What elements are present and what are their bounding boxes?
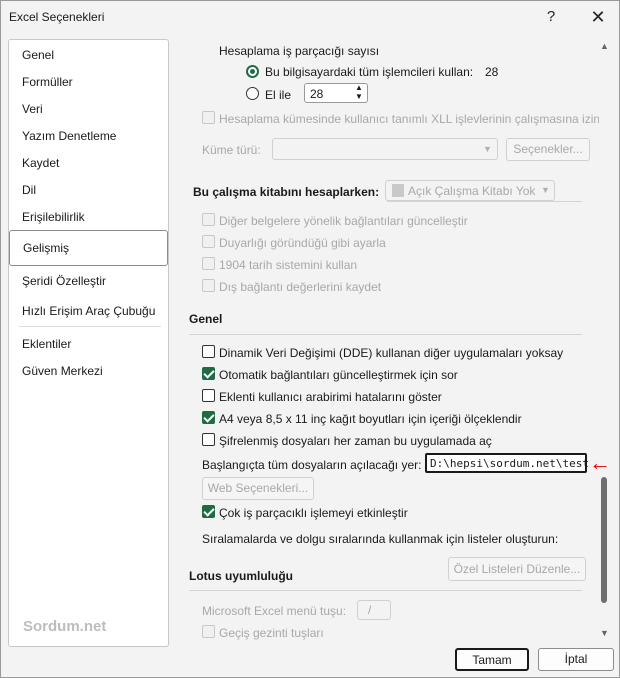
cancel-button[interactable]: İptal [538, 648, 614, 671]
sidebar-item-eklentiler[interactable]: Eklentiler [22, 337, 71, 351]
scrollbar[interactable]: ▲ ▼ [599, 39, 611, 645]
sidebar-item-kaydet[interactable]: Kaydet [22, 156, 59, 170]
cluster-checkbox[interactable] [202, 111, 215, 124]
all-processors-label: Bu bilgisayardaki tüm işlemcileri kullan… [265, 65, 474, 79]
precision-checkbox[interactable] [202, 235, 215, 248]
multithread-label: Çok iş parçacıklı işlemeyi etkinleştir [219, 506, 408, 520]
scrollbar-thumb[interactable] [601, 477, 607, 603]
all-processors-value: 28 [485, 65, 499, 79]
scale-paper-label: A4 veya 8,5 x 11 inç kağıt boyutları içi… [219, 412, 522, 426]
manual-label: El ile [265, 88, 292, 102]
sidebar-item-seridi-ozellestir[interactable]: Şeridi Özelleştir [22, 274, 106, 288]
divider [387, 201, 582, 202]
annotation-arrow-icon: ← [589, 450, 611, 475]
help-button[interactable]: ? [538, 5, 564, 29]
sidebar-item-erisilebilirlik[interactable]: Erişilebilirlik [22, 210, 85, 224]
manual-threads-spinner[interactable]: 28 ▲ ▼ [304, 83, 368, 103]
workbook-section-title: Bu çalışma kitabını hesaplarken: [193, 185, 380, 199]
custom-lists-button[interactable]: Özel Listeleri Düzenle... [448, 557, 586, 581]
watermark: Sordum.net [23, 618, 107, 635]
save-external-checkbox[interactable] [202, 279, 215, 292]
divider [189, 590, 582, 591]
spin-down-icon[interactable]: ▼ [355, 92, 363, 101]
threads-label: Hesaplama iş parçacığı sayısı [219, 44, 380, 58]
workbook-value: Açık Çalışma Kitabı Yok [408, 184, 536, 198]
sidebar-divider [19, 326, 161, 327]
workbook-select[interactable]: Açık Çalışma Kitabı Yok ▼ [385, 180, 555, 201]
auto-links-label: Otomatik bağlantıları güncelleştirmek iç… [219, 368, 458, 382]
encrypted-files-label: Şifrelenmiş dosyaları her zaman bu uygul… [219, 434, 492, 448]
sidebar-item-genel[interactable]: Genel [22, 48, 54, 62]
cluster-type-label: Küme türü: [202, 143, 261, 157]
save-external-label: Dış bağlantı değerlerini kaydet [219, 280, 382, 294]
options-content: Hesaplama iş parçacığı sayısı Bu bilgisa… [173, 39, 599, 644]
sidebar-item-hizli-erisim[interactable]: Hızlı Erişim Araç Çubuğu [22, 304, 155, 318]
dde-checkbox[interactable] [202, 345, 215, 358]
workbook-icon [392, 184, 404, 197]
manual-radio[interactable] [246, 87, 259, 100]
lotus-section-title: Lotus uyumluluğu [189, 569, 293, 583]
sidebar-item-formuller[interactable]: Formüller [22, 75, 73, 89]
dde-label: Dinamik Veri Değişimi (DDE) kullanan diğ… [219, 346, 564, 360]
sidebar-item-yazim-denetleme[interactable]: Yazım Denetleme [22, 129, 116, 143]
multithread-checkbox[interactable] [202, 505, 215, 518]
sidebar: Genel Formüller Veri Yazım Denetleme Kay… [8, 39, 169, 647]
menu-key-value: / [368, 603, 372, 617]
cluster-label: Hesaplama kümesinde kullanıcı tanımlı XL… [219, 112, 599, 126]
sidebar-item-dil[interactable]: Dil [22, 183, 36, 197]
startup-folder-value: D:\hepsi\sordum.net\test [430, 457, 589, 470]
auto-links-checkbox[interactable] [202, 367, 215, 380]
precision-label: Duyarlığı göründüğü gibi ayarla [219, 236, 386, 250]
menu-key-label: Microsoft Excel menü tuşu: [202, 604, 347, 618]
sidebar-item-label: Gelişmiş [23, 241, 70, 255]
date-1904-label: 1904 tarih sistemini kullan [219, 258, 358, 272]
title-bar: Excel Seçenekleri ? ✕ [1, 1, 619, 35]
general-section-title: Genel [189, 312, 223, 326]
update-links-label: Diğer belgelere yönelik bağlantıları gün… [219, 214, 468, 228]
menu-key-input[interactable]: / [357, 600, 391, 620]
scroll-up-icon[interactable]: ▲ [600, 41, 609, 51]
cluster-type-select[interactable]: ▼ [272, 138, 498, 160]
close-button[interactable]: ✕ [585, 5, 611, 29]
dialog-title: Excel Seçenekleri [9, 10, 105, 24]
ok-button[interactable]: Tamam [455, 648, 529, 671]
startup-folder-label: Başlangıçta tüm dosyaların açılacağı yer… [202, 458, 422, 472]
manual-threads-value: 28 [310, 87, 324, 101]
encrypted-files-checkbox[interactable] [202, 433, 215, 446]
all-processors-radio[interactable] [246, 65, 259, 78]
transition-nav-label: Geçiş gezinti tuşları [219, 626, 324, 640]
scale-paper-checkbox[interactable] [202, 411, 215, 424]
excel-options-dialog: Excel Seçenekleri ? ✕ Genel Formüller Ve… [0, 0, 620, 678]
spin-up-icon[interactable]: ▲ [355, 83, 363, 92]
custom-lists-label: Sıralamalarda ve dolgu sıralarında kulla… [202, 532, 559, 546]
sidebar-item-gelismis[interactable]: Gelişmiş [9, 230, 168, 266]
scroll-down-icon[interactable]: ▼ [600, 628, 609, 638]
chevron-down-icon: ▼ [483, 144, 492, 154]
divider [189, 334, 582, 335]
sidebar-item-veri[interactable]: Veri [22, 102, 43, 116]
chevron-down-icon: ▼ [541, 185, 550, 195]
addin-errors-label: Eklenti kullanıcı arabirimi hatalarını g… [219, 390, 442, 404]
addin-errors-checkbox[interactable] [202, 389, 215, 402]
cluster-options-button[interactable]: Seçenekler... [506, 138, 590, 161]
sidebar-item-guven-merkezi[interactable]: Güven Merkezi [22, 364, 103, 378]
update-links-checkbox[interactable] [202, 213, 215, 226]
web-options-button[interactable]: Web Seçenekleri... [202, 477, 314, 500]
date-1904-checkbox[interactable] [202, 257, 215, 270]
startup-folder-input[interactable]: D:\hepsi\sordum.net\test [425, 453, 589, 473]
transition-nav-checkbox[interactable] [202, 625, 215, 638]
